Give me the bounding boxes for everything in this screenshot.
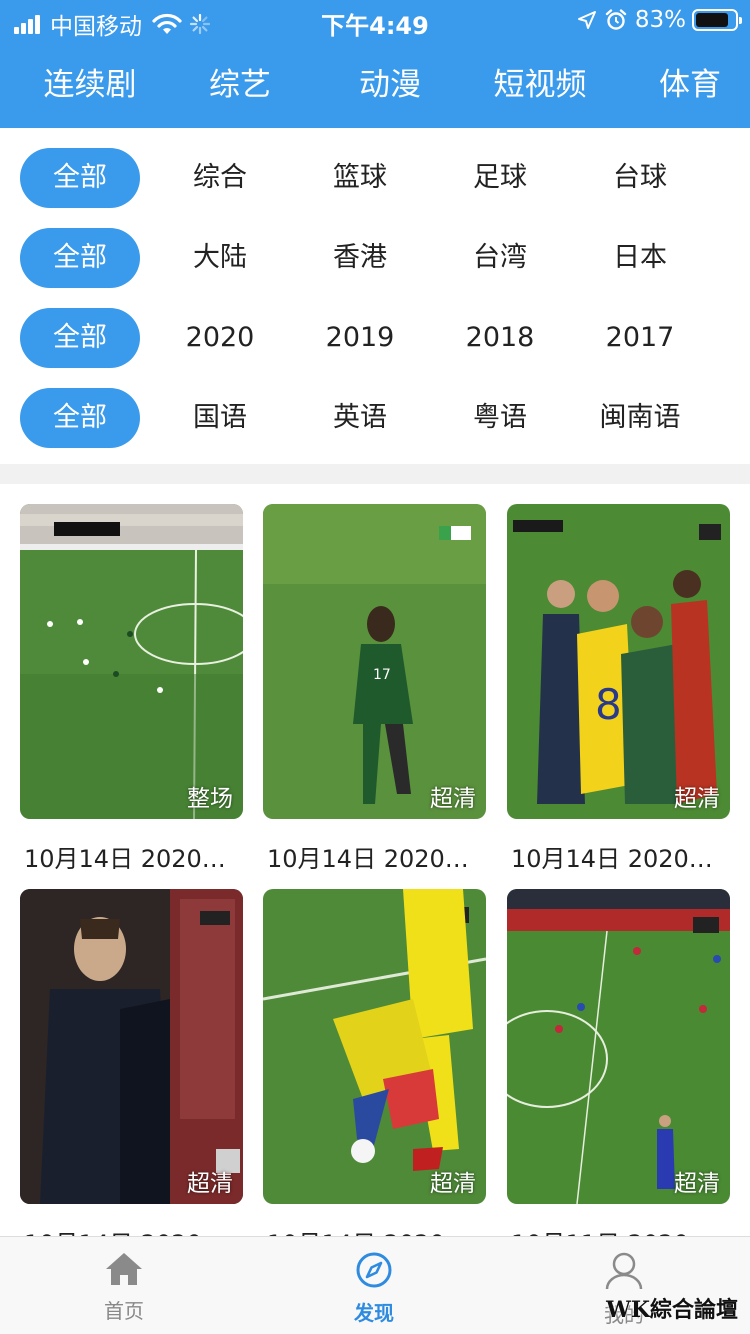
filter-option[interactable]: 足球 xyxy=(440,148,560,208)
tab-home[interactable]: 首页 xyxy=(64,1251,184,1324)
quality-badge: 超清 xyxy=(674,786,720,812)
thumbnail-image: 17 xyxy=(263,504,486,819)
video-title: 10月14日 2020… xyxy=(267,845,469,873)
category-tabs: 连续剧 综艺 动漫 短视频 体育 xyxy=(0,60,750,110)
top-header: 中国移动 下午4:49 83% 连续剧 综艺 动漫 短视频 体育 xyxy=(0,0,750,128)
video-title: 10月14日 2020… xyxy=(24,1224,247,1236)
filter-row-year: 全部 2020 2019 2018 2017 xyxy=(0,308,750,368)
filter-option[interactable]: 日本 xyxy=(580,228,700,288)
filter-panel: 全部 综合 篮球 足球 台球 全部 大陆 香港 台湾 日本 全部 2020 20… xyxy=(0,128,750,464)
tab-short-video[interactable]: 短视频 xyxy=(470,60,610,110)
video-title: 10月14日 2020… xyxy=(511,845,713,873)
video-title: 10月14日 2020… xyxy=(24,845,226,873)
filter-option[interactable]: 台湾 xyxy=(440,228,560,288)
filter-option[interactable]: 英语 xyxy=(300,388,420,448)
filter-option[interactable]: 2020 xyxy=(160,308,280,368)
tab-home-label: 首页 xyxy=(104,1299,144,1323)
video-thumbnail[interactable]: 17 超清 xyxy=(263,504,486,819)
thumbnail-image: 8 xyxy=(507,504,730,819)
filter-row-language: 全部 国语 英语 粤语 闽南语 xyxy=(0,388,750,448)
thumbnail-image xyxy=(263,889,486,1204)
filter-option[interactable]: 2017 xyxy=(580,308,700,368)
filter-all-button[interactable]: 全部 xyxy=(20,228,140,288)
tab-variety[interactable]: 综艺 xyxy=(170,60,310,110)
video-card[interactable]: 超清 10月14日 2020… xyxy=(263,889,486,1236)
quality-badge: 超清 xyxy=(187,1171,233,1197)
user-icon xyxy=(605,1252,643,1290)
video-thumbnail[interactable]: 超清 xyxy=(263,889,486,1204)
quality-badge: 超清 xyxy=(430,786,476,812)
thumbnail-image xyxy=(507,889,730,1204)
filter-option[interactable]: 国语 xyxy=(160,388,280,448)
filter-option[interactable]: 篮球 xyxy=(300,148,420,208)
video-thumbnail[interactable]: 超清 xyxy=(507,889,730,1204)
location-arrow-icon xyxy=(577,11,596,29)
filter-row-type: 全部 综合 篮球 足球 台球 xyxy=(0,148,750,208)
compass-icon xyxy=(356,1252,392,1288)
video-card[interactable]: 整场 10月14日 2020… xyxy=(20,504,243,874)
filter-option[interactable]: 综合 xyxy=(160,148,280,208)
video-card[interactable]: 超清 10月11日 2020… xyxy=(507,889,730,1236)
video-title: 10月14日 2020… xyxy=(267,1224,490,1236)
video-card[interactable]: 8 超清 10月14日 2020… xyxy=(507,504,730,874)
quality-badge: 整场 xyxy=(187,786,233,812)
filter-option[interactable]: 台球 xyxy=(580,148,700,208)
tab-discover-label: 发现 xyxy=(354,1301,394,1325)
tab-series[interactable]: 连续剧 xyxy=(20,60,160,110)
alarm-icon xyxy=(605,9,627,30)
quality-badge: 超清 xyxy=(674,1171,720,1197)
watermark-text: WK綜合論壇 xyxy=(606,1297,738,1323)
tab-sports[interactable]: 体育 xyxy=(620,60,750,110)
filter-all-button[interactable]: 全部 xyxy=(20,308,140,368)
filter-option[interactable]: 2018 xyxy=(440,308,560,368)
video-thumbnail[interactable]: 8 超清 xyxy=(507,504,730,819)
video-card[interactable]: 超清 10月14日 2020… xyxy=(20,889,243,1236)
video-thumbnail[interactable]: 超清 xyxy=(20,889,243,1204)
video-thumbnail[interactable]: 整场 xyxy=(20,504,243,819)
filter-all-button[interactable]: 全部 xyxy=(20,148,140,208)
status-bar: 中国移动 下午4:49 83% xyxy=(0,0,750,40)
battery-icon xyxy=(692,9,742,31)
video-title: 10月11日 2020… xyxy=(511,1224,734,1236)
tab-discover[interactable]: 发现 xyxy=(314,1251,434,1326)
battery-percent: 83% xyxy=(634,7,686,33)
filter-option[interactable]: 粤语 xyxy=(440,388,560,448)
filter-option[interactable]: 香港 xyxy=(300,228,420,288)
section-divider xyxy=(0,464,750,484)
home-icon xyxy=(106,1253,142,1285)
video-card[interactable]: 17 超清 10月14日 2020… xyxy=(263,504,486,874)
thumbnail-image xyxy=(20,889,243,1204)
video-grid: 整场 10月14日 2020… 17 超清 10月14日 2020… 8 超清 … xyxy=(0,484,750,1236)
thumbnail-image xyxy=(20,504,243,819)
filter-option[interactable]: 大陆 xyxy=(160,228,280,288)
filter-all-button[interactable]: 全部 xyxy=(20,388,140,448)
svg-text:8: 8 xyxy=(595,680,622,729)
svg-text:17: 17 xyxy=(373,667,391,683)
tab-anime[interactable]: 动漫 xyxy=(320,60,460,110)
filter-option[interactable]: 闽南语 xyxy=(580,388,700,448)
quality-badge: 超清 xyxy=(430,1171,476,1197)
filter-option[interactable]: 2019 xyxy=(300,308,420,368)
filter-row-region: 全部 大陆 香港 台湾 日本 xyxy=(0,228,750,288)
